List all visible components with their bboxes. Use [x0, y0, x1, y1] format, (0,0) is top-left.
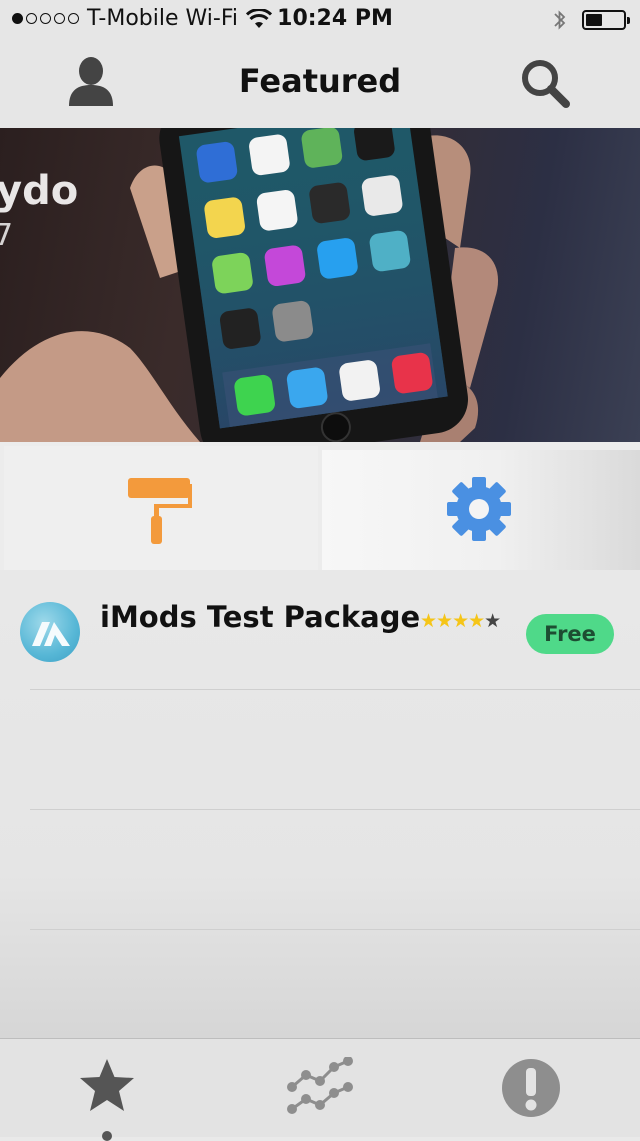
tab-themes[interactable] — [4, 446, 318, 570]
banner-phone-image — [0, 128, 499, 442]
carrier-label: T-Mobile Wi-Fi — [87, 6, 239, 31]
carrier-info: T-Mobile Wi-Fi — [12, 6, 273, 31]
package-name: iMods Test Package — [100, 600, 421, 634]
category-tabs — [0, 442, 640, 570]
star-icon[interactable] — [76, 1057, 138, 1115]
wifi-icon — [246, 8, 273, 28]
signal-strength-icon — [12, 13, 79, 24]
clock: 10:24 PM — [277, 6, 393, 31]
tab-tweaks[interactable] — [322, 450, 640, 570]
trending-icon[interactable] — [286, 1057, 354, 1119]
star-icon: ★★★★ — [420, 610, 485, 632]
navigation-bar: Featured — [0, 40, 640, 129]
package-list: iMods Test Package ★★★★★ Free — [0, 570, 640, 1038]
selected-tab-indicator — [102, 1131, 112, 1141]
featured-banner[interactable]: ydo 7 — [0, 128, 640, 442]
rating-stars: ★★★★★ — [420, 610, 501, 632]
divider — [30, 929, 640, 930]
list-item-empty — [0, 690, 640, 810]
price-button[interactable]: Free — [526, 614, 614, 654]
list-item-empty — [0, 810, 640, 930]
bluetooth-icon — [554, 10, 566, 30]
star-icon: ★ — [484, 610, 501, 632]
status-bar: T-Mobile Wi-Fi 10:24 PM — [0, 0, 640, 40]
package-icon — [20, 602, 80, 662]
battery-icon — [582, 10, 630, 30]
alert-icon[interactable] — [500, 1057, 562, 1119]
tab-bar — [0, 1038, 640, 1141]
paint-roller-icon — [128, 478, 192, 544]
search-icon[interactable] — [518, 56, 574, 112]
gear-icon — [447, 477, 511, 541]
list-item[interactable]: iMods Test Package ★★★★★ Free — [0, 570, 640, 690]
